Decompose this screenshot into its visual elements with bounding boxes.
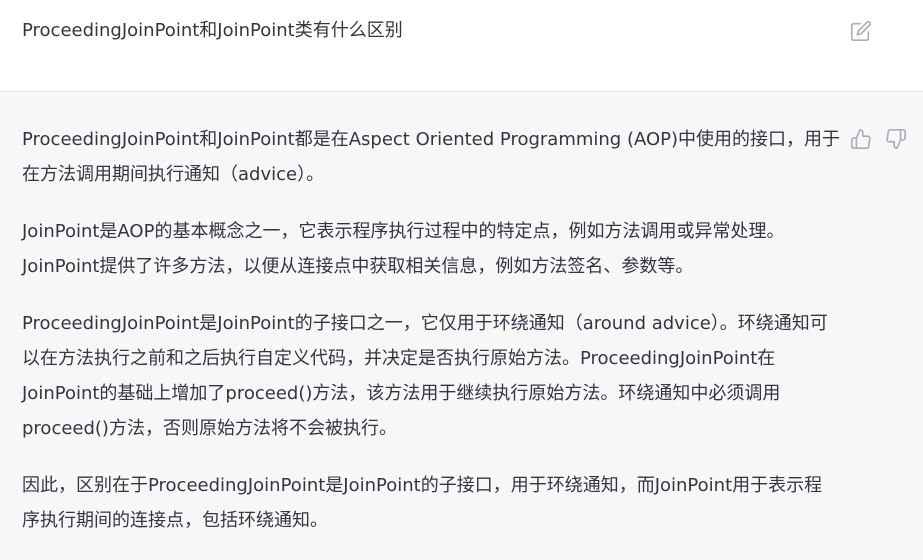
thumbs-down-icon bbox=[886, 129, 906, 149]
answer-paragraph: ProceedingJoinPoint和JoinPoint都是在Aspect O… bbox=[22, 129, 841, 185]
chat-conversation: ProceedingJoinPoint和JoinPoint类有什么区别 Proc… bbox=[0, 0, 923, 560]
user-message-text: ProceedingJoinPoint和JoinPoint类有什么区别 bbox=[22, 20, 403, 41]
thumbs-up-icon bbox=[851, 129, 871, 149]
answer-paragraph: ProceedingJoinPoint是JoinPoint的子接口之一，它仅用于… bbox=[22, 313, 828, 439]
feedback-buttons bbox=[850, 128, 907, 150]
thumbs-up-button[interactable] bbox=[850, 128, 872, 150]
assistant-message-body: ProceedingJoinPoint和JoinPoint都是在Aspect O… bbox=[22, 122, 840, 560]
thumbs-down-button[interactable] bbox=[885, 128, 907, 150]
edit-message-button[interactable] bbox=[850, 20, 872, 42]
answer-paragraph: JoinPoint是AOP的基本概念之一，它表示程序执行过程中的特定点，例如方法… bbox=[22, 221, 785, 277]
answer-paragraph: 因此，区别在于ProceedingJoinPoint是JoinPoint的子接口… bbox=[22, 475, 823, 531]
user-message-row: ProceedingJoinPoint和JoinPoint类有什么区别 bbox=[0, 0, 923, 92]
edit-icon bbox=[851, 20, 872, 41]
assistant-message-row: ProceedingJoinPoint和JoinPoint都是在Aspect O… bbox=[0, 92, 923, 560]
